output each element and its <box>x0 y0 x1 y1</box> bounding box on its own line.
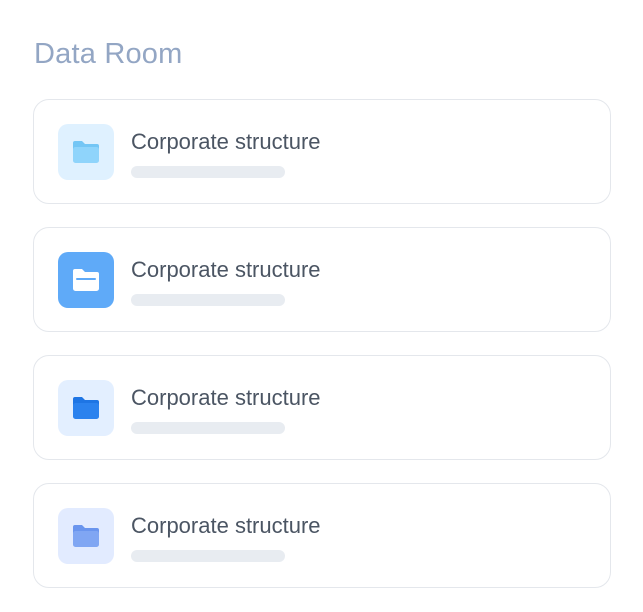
folder-meta-placeholder <box>131 422 285 434</box>
folder-card[interactable]: Corporate structure <box>33 355 611 460</box>
folder-card[interactable]: Corporate structure <box>33 483 611 588</box>
folder-icon <box>73 141 99 163</box>
folder-title: Corporate structure <box>131 257 321 282</box>
folder-icon <box>73 397 99 419</box>
folder-meta-placeholder <box>131 550 285 562</box>
folder-icon-tile <box>58 508 114 564</box>
section-title: Data Room <box>34 38 183 70</box>
folder-icon-tile <box>58 124 114 180</box>
folder-meta-placeholder <box>131 294 285 306</box>
folder-meta-placeholder <box>131 166 285 178</box>
folder-title: Corporate structure <box>131 129 321 154</box>
folder-icon <box>73 269 99 291</box>
folder-icon-tile <box>58 380 114 436</box>
folder-card[interactable]: Corporate structure <box>33 227 611 332</box>
folder-title: Corporate structure <box>131 513 321 538</box>
folder-icon-tile <box>58 252 114 308</box>
folder-title: Corporate structure <box>131 385 321 410</box>
folder-card[interactable]: Corporate structure <box>33 99 611 204</box>
folder-icon <box>73 525 99 547</box>
